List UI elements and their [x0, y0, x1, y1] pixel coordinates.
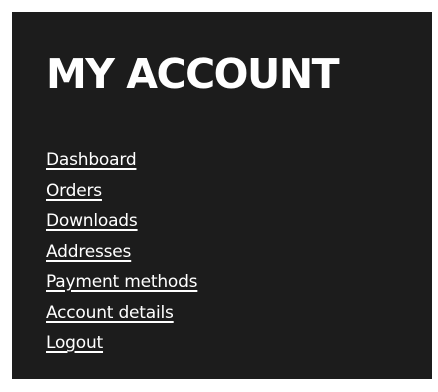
account-panel: MY ACCOUNT Dashboard Orders Downloads Ad…	[12, 12, 432, 379]
page-title: MY ACCOUNT	[46, 50, 340, 98]
orders-link[interactable]: Orders	[46, 181, 102, 201]
nav-item-logout: Logout	[46, 328, 197, 359]
addresses-link[interactable]: Addresses	[46, 242, 131, 262]
nav-item-addresses: Addresses	[46, 237, 197, 268]
logout-link[interactable]: Logout	[46, 333, 103, 353]
downloads-link[interactable]: Downloads	[46, 211, 138, 231]
nav-item-payment-methods: Payment methods	[46, 267, 198, 298]
nav-item-account-details: Account details	[46, 298, 197, 329]
nav-item-downloads: Downloads	[46, 206, 197, 237]
dashboard-link[interactable]: Dashboard	[46, 150, 137, 170]
nav-item-orders: Orders	[46, 176, 197, 207]
account-navigation: Dashboard Orders Downloads Addresses Pay…	[46, 145, 198, 359]
nav-item-dashboard: Dashboard	[46, 145, 197, 176]
payment-methods-link[interactable]: Payment methods	[46, 272, 198, 292]
account-details-link[interactable]: Account details	[46, 303, 174, 323]
